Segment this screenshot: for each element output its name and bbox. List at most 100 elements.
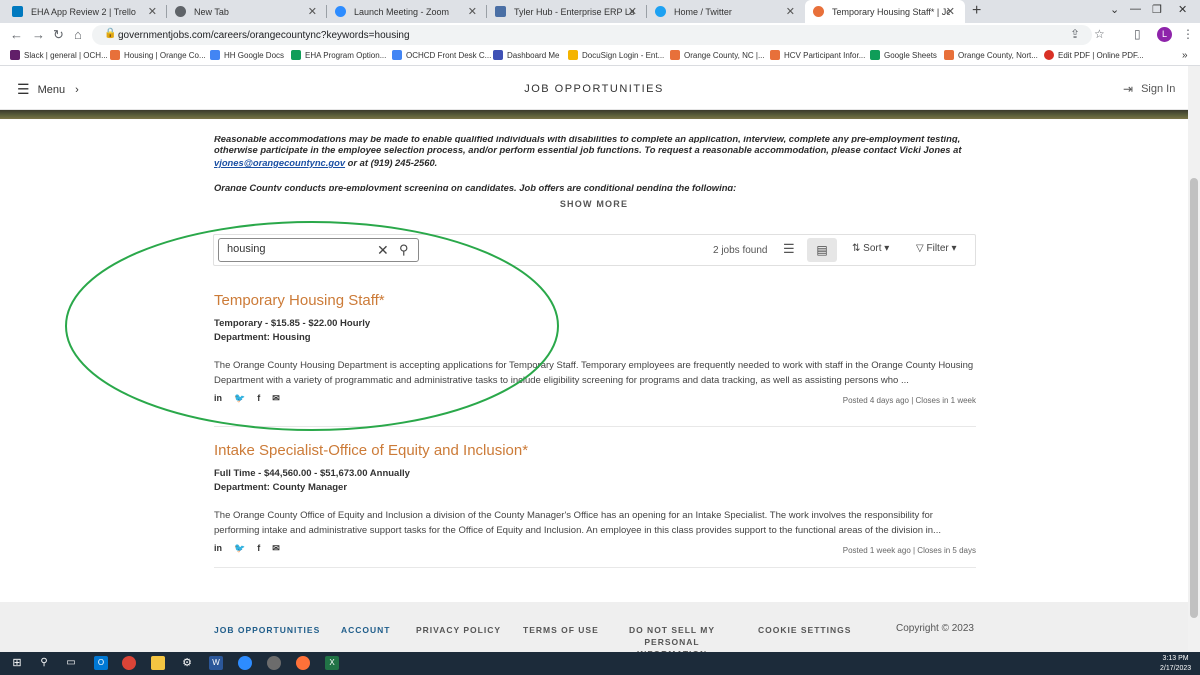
twitter-icon[interactable]: 🐦 [234, 543, 245, 554]
back-arrow-icon[interactable]: ← [10, 27, 23, 42]
word-icon[interactable]: W [209, 656, 223, 670]
window-close-icon[interactable]: ✕ [1178, 3, 1187, 16]
sign-in-button[interactable]: ⇥ Sign In [1123, 82, 1175, 96]
share-icon[interactable]: ⇪ [1070, 27, 1080, 41]
tab-new-tab[interactable]: New Tab ✕ [167, 0, 327, 23]
sidepanel-icon[interactable]: ▯ [1134, 27, 1141, 41]
excel-icon[interactable]: X [325, 656, 339, 670]
forward-arrow-icon[interactable]: → [32, 27, 45, 42]
windows-start-icon[interactable]: ⊞ [10, 656, 24, 670]
tab-trello[interactable]: EHA App Review 2 | Trello ✕ [4, 0, 167, 23]
bookmark-ochcd[interactable]: OCHCD Front Desk C... [392, 50, 491, 60]
search-icon[interactable]: ⚲ [37, 656, 51, 670]
close-icon[interactable]: ✕ [786, 5, 795, 18]
bookmark-label: HCV Participant Infor... [784, 50, 866, 60]
file-explorer-icon[interactable] [151, 656, 165, 670]
reload-icon[interactable]: ↻ [53, 27, 64, 43]
job-department: Department: Housing [214, 332, 311, 343]
close-icon[interactable]: ✕ [148, 5, 157, 18]
new-tab-icon[interactable]: + [972, 2, 981, 20]
kebab-menu-icon[interactable]: ⋮ [1182, 27, 1194, 41]
close-icon[interactable]: ✕ [468, 5, 477, 18]
address-url[interactable]: governmentjobs.com/careers/orangecountyn… [118, 30, 410, 41]
header-banner-image [0, 110, 1188, 119]
more-bookmarks-icon[interactable]: » [1182, 50, 1188, 61]
bookmark-slack[interactable]: Slack | general | OCH... [10, 50, 108, 60]
bookmark-hh-google-docs[interactable]: HH Google Docs [210, 50, 284, 60]
clear-search-icon[interactable]: ✕ [377, 242, 389, 259]
governmentjobs-icon [670, 50, 680, 60]
job-department: Department: County Manager [214, 482, 348, 493]
minimize-icon[interactable]: — [1130, 3, 1141, 15]
sort-button[interactable]: ⇅ Sort ▾ [852, 243, 889, 254]
home-icon[interactable]: ⌂ [74, 27, 82, 42]
firefox-icon[interactable] [296, 656, 310, 670]
search-field[interactable]: ✕ ⚲ [218, 238, 419, 262]
lock-icon: 🔒 [104, 28, 117, 39]
sort-label: Sort [863, 243, 882, 254]
page-scrollbar[interactable] [1188, 66, 1200, 652]
footer-link-job-opportunities[interactable]: JOB OPPORTUNITIES [214, 624, 320, 636]
email-icon[interactable]: ✉ [272, 543, 280, 554]
tab-tyler-hub[interactable]: Tyler Hub - Enterprise ERP Landing ✕ [487, 0, 647, 23]
bookmark-dashboard[interactable]: Dashboard Me [493, 50, 559, 60]
scrollbar-thumb[interactable] [1190, 178, 1198, 618]
facebook-icon[interactable]: f [257, 393, 260, 404]
listing-divider [214, 426, 976, 427]
bookmark-orange-county-north[interactable]: Orange County, Nort... [944, 50, 1038, 60]
footer-link-account[interactable]: ACCOUNT [341, 624, 391, 636]
sign-in-icon: ⇥ [1123, 82, 1134, 96]
filter-label: Filter [926, 243, 949, 254]
maximize-icon[interactable]: ❐ [1152, 3, 1162, 16]
outlook-icon[interactable]: O [94, 656, 108, 670]
bookmark-housing[interactable]: Housing | Orange Co... [110, 50, 206, 60]
governmentjobs-icon [944, 50, 954, 60]
tab-temporary-housing[interactable]: Temporary Housing Staff* | Job Det ✕ [805, 0, 965, 23]
chrome-icon[interactable] [122, 656, 136, 670]
footer-link-terms-of-use[interactable]: TERMS OF USE [523, 624, 599, 636]
settings-gear-icon[interactable]: ⚙ [180, 656, 194, 670]
footer-link-cookie-settings[interactable]: COOKIE SETTINGS [758, 624, 851, 636]
linkedin-icon[interactable]: in [214, 543, 222, 554]
list-view-icon[interactable]: ☰ [783, 241, 795, 257]
footer-link-do-not-sell[interactable]: DO NOT SELL MY PERSONAL INFORMATION [626, 624, 718, 652]
linkedin-icon[interactable]: in [214, 393, 222, 404]
bookmark-docusign[interactable]: DocuSign Login - Ent... [568, 50, 664, 60]
job-title-link[interactable]: Intake Specialist-Office of Equity and I… [214, 442, 976, 459]
card-view-icon[interactable]: ▤ [807, 238, 837, 262]
bookmark-edit-pdf[interactable]: Edit PDF | Online PDF... [1044, 50, 1144, 60]
zoom-icon[interactable] [238, 656, 252, 670]
footer-link-privacy-policy[interactable]: PRIVACY POLICY [416, 624, 501, 636]
bookmark-google-sheets[interactable]: Google Sheets [870, 50, 937, 60]
chevron-down-icon[interactable]: ⌄ [1110, 3, 1119, 16]
contact-email-link[interactable]: vjones@orangecountync.gov [214, 157, 345, 168]
bookmark-label: Orange County, NC |... [684, 50, 765, 60]
bookmark-label: Edit PDF | Online PDF... [1058, 50, 1144, 60]
show-more-button[interactable]: SHOW MORE [0, 199, 1188, 209]
tab-twitter[interactable]: Home / Twitter ✕ [647, 0, 805, 23]
facebook-icon[interactable]: f [257, 543, 260, 554]
search-icon[interactable]: ⚲ [399, 242, 409, 258]
bookmark-orange-county-nc[interactable]: Orange County, NC |... [670, 50, 765, 60]
filter-button[interactable]: ▽ Filter ▾ [916, 243, 957, 254]
task-view-icon[interactable]: ▭ [64, 656, 78, 670]
system-clock[interactable]: 3:13 PM 2/17/2023 [1160, 654, 1191, 674]
job-title-link[interactable]: Temporary Housing Staff* [214, 292, 976, 309]
bookmark-eha-program[interactable]: EHA Program Option... [291, 50, 386, 60]
star-icon[interactable]: ☆ [1094, 27, 1105, 41]
tab-label: New Tab [194, 6, 229, 17]
bookmark-hcv[interactable]: HCV Participant Infor... [770, 50, 865, 60]
posted-closes: Posted 4 days ago | Closes in 1 week [842, 396, 976, 405]
close-icon[interactable]: ✕ [308, 5, 317, 18]
search-input[interactable] [227, 243, 367, 255]
profile-avatar[interactable]: L [1157, 27, 1172, 42]
email-icon[interactable]: ✉ [272, 393, 280, 404]
tab-label: Tyler Hub - Enterprise ERP Landing [514, 6, 634, 17]
chrome-profile-icon[interactable] [267, 656, 281, 670]
close-icon[interactable]: ✕ [946, 5, 955, 18]
tab-zoom[interactable]: Launch Meeting - Zoom ✕ [327, 0, 487, 23]
close-icon[interactable]: ✕ [628, 5, 637, 18]
address-bar[interactable]: 🔒 governmentjobs.com/careers/orangecount… [92, 25, 1092, 45]
twitter-icon[interactable]: 🐦 [234, 393, 245, 404]
job-description: The Orange County Housing Department is … [214, 360, 974, 386]
